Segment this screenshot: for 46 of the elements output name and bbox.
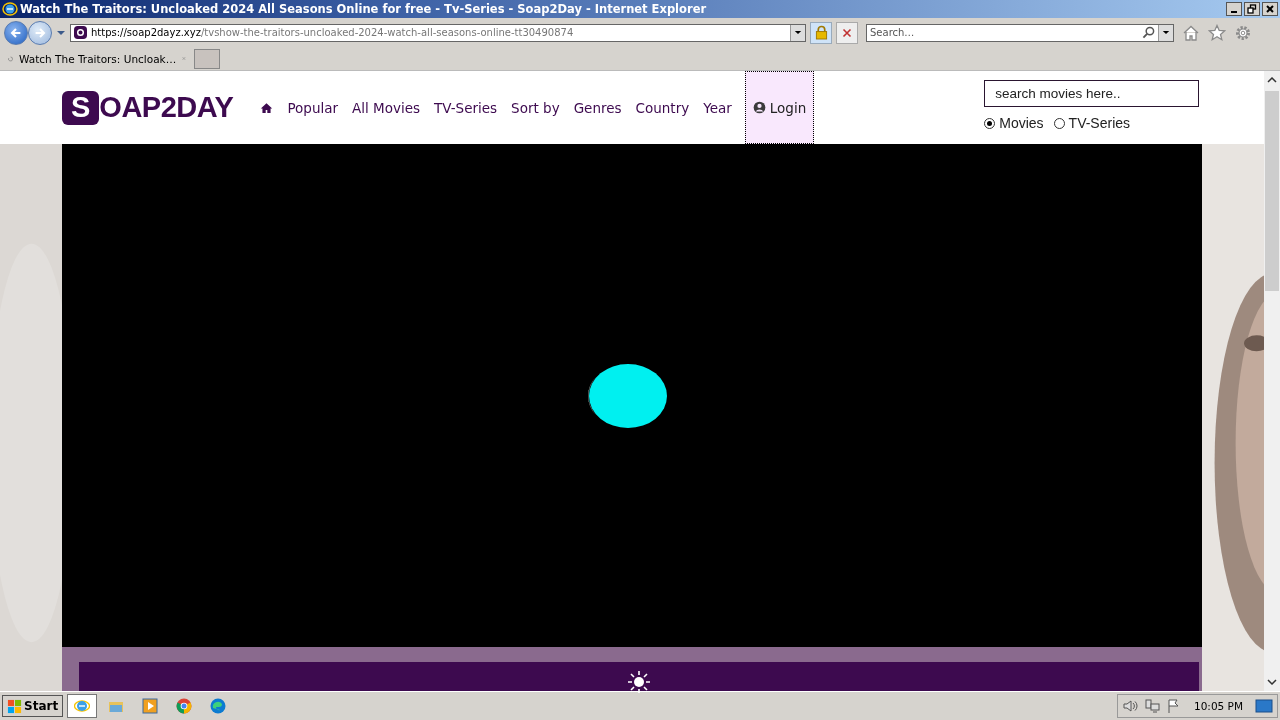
close-icon <box>842 27 852 38</box>
nav-link[interactable]: Genres <box>573 99 622 116</box>
volume-icon[interactable] <box>1122 698 1138 714</box>
minimize-button[interactable] <box>1226 2 1242 16</box>
user-icon <box>752 101 766 114</box>
browser-taskbar-icon[interactable] <box>67 694 98 718</box>
nav-link[interactable]: TV-Series <box>434 99 498 116</box>
nav-link[interactable]: Popular <box>287 99 338 116</box>
nav-link[interactable]: Country <box>635 99 690 116</box>
sun-icon[interactable] <box>627 670 651 694</box>
windows-logo-icon <box>7 698 22 714</box>
forward-button[interactable] <box>28 20 52 45</box>
nav-link[interactable]: Sort by <box>511 99 560 116</box>
nav-link[interactable]: All Movies <box>352 99 421 116</box>
star-icon[interactable] <box>1208 23 1226 42</box>
stop-button[interactable] <box>836 21 858 44</box>
close-button[interactable] <box>1262 2 1278 16</box>
site-logo[interactable]: S OAP2DAY <box>62 90 234 125</box>
address-field[interactable]: https://soap2dayz.xyz/tvshow-the-traitors-uncloaked-2024-watch-all-seasons-online-tt30490874 <box>70 23 806 42</box>
lock-icon[interactable] <box>810 21 832 44</box>
browser-logo-icon <box>2 1 18 17</box>
window-title: Watch The Traitors: Uncloaked 2024 All Seasons Online for free - Tv-Series - Soap2Day - Internet Explorer <box>20 2 708 16</box>
search-box[interactable]: Search… <box>866 23 1174 42</box>
start-button[interactable]: Start <box>2 695 64 717</box>
dropdown-icon[interactable] <box>1158 24 1173 41</box>
settings-icon[interactable] <box>1234 23 1252 42</box>
dropdown-icon[interactable] <box>790 24 805 41</box>
site-icon <box>74 26 87 39</box>
radio-option[interactable]: TV-Series <box>1053 115 1131 131</box>
browser-tab[interactable]: Watch The Traitors: Uncloak… <box>2 48 192 69</box>
search-field[interactable]: search movies here.. <box>984 80 1200 107</box>
radio-option[interactable]: Movies <box>984 115 1044 131</box>
show-desktop-icon[interactable] <box>1255 698 1273 714</box>
scrollbar[interactable] <box>1264 71 1280 691</box>
nav-link[interactable]: Year <box>703 99 732 116</box>
restore-icon <box>1247 4 1257 14</box>
close-icon <box>1265 4 1275 14</box>
back-button[interactable] <box>4 20 28 45</box>
login-button[interactable]: Login <box>744 71 815 144</box>
restore-button[interactable] <box>1244 2 1260 16</box>
network-icon[interactable] <box>1144 698 1160 714</box>
new-tab-button[interactable] <box>194 48 220 69</box>
home-icon[interactable] <box>260 101 274 114</box>
minimize-icon <box>1231 11 1237 13</box>
search-icon[interactable] <box>1142 26 1155 39</box>
clock[interactable]: 10:05 PM <box>1194 700 1243 712</box>
